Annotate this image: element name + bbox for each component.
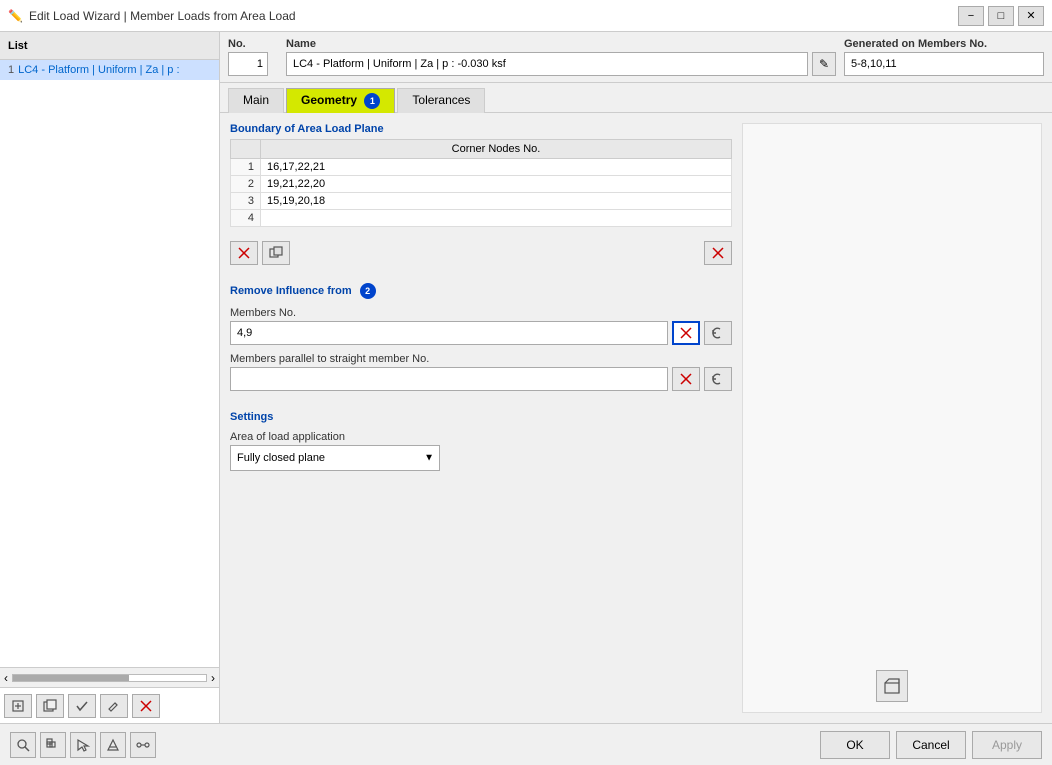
sidebar-header: List	[0, 32, 219, 60]
dialog-buttons: OK Cancel Apply	[820, 731, 1042, 759]
add-list-button[interactable]	[4, 694, 32, 718]
members-parallel-undo-button[interactable]	[704, 367, 732, 391]
members-parallel-input[interactable]	[230, 367, 668, 391]
tab-main[interactable]: Main	[228, 88, 284, 113]
boundary-delete-button[interactable]	[704, 241, 732, 265]
corner-nodes-header: Corner Nodes No.	[261, 140, 732, 159]
members-no-label: Members No.	[230, 307, 732, 319]
name-label: Name	[286, 38, 836, 50]
title-bar: ✏️ Edit Load Wizard | Member Loads from …	[0, 0, 1052, 32]
header-row: No. Name ✎ Generated on Members No.	[220, 32, 1052, 83]
members-parallel-label: Members parallel to straight member No.	[230, 353, 732, 365]
members-no-input[interactable]	[230, 321, 668, 345]
remove-influence-section: Remove Influence from 2 Members No.	[230, 283, 732, 391]
title-icon: ✏️	[8, 9, 23, 23]
apply-button[interactable]: Apply	[972, 731, 1042, 759]
table-row: 1 16,17,22,21	[231, 159, 732, 176]
grid-button[interactable]	[40, 732, 66, 758]
tab-geometry[interactable]: Geometry 1	[286, 88, 395, 113]
tab-content: Boundary of Area Load Plane Corner Nodes…	[220, 113, 1052, 723]
name-edit-button[interactable]: ✎	[812, 52, 836, 76]
right-panel: No. Name ✎ Generated on Members No.	[220, 32, 1052, 723]
boundary-cell-1[interactable]: 16,17,22,21	[261, 159, 732, 176]
minimize-button[interactable]: −	[958, 6, 984, 26]
sidebar-empty-area	[0, 80, 219, 667]
close-button[interactable]: ✕	[1018, 6, 1044, 26]
edit-list-button[interactable]	[100, 694, 128, 718]
generated-input[interactable]	[844, 52, 1044, 76]
area-load-group: Area of load application Fully closed pl…	[230, 431, 732, 471]
tabs-row: Main Geometry 1 Tolerances	[220, 83, 1052, 113]
right-visual-area	[742, 123, 1042, 713]
bottom-icon-group	[10, 732, 156, 758]
settings-title: Settings	[230, 411, 732, 423]
zoom-button[interactable]	[10, 732, 36, 758]
boundary-table: Corner Nodes No. 1 16,17,22,21 2	[230, 139, 732, 227]
members-no-group: Members No.	[230, 307, 732, 345]
delete-list-button[interactable]	[132, 694, 160, 718]
sidebar-footer	[0, 687, 219, 723]
sidebar-scrollbar[interactable]: ‹ ›	[0, 667, 219, 687]
table-row: 2 19,21,22,20	[231, 176, 732, 193]
area-load-dropdown-wrapper: Fully closed plane Open plane Partial pl…	[230, 445, 440, 471]
settings-section: Settings Area of load application Fully …	[230, 411, 732, 471]
boundary-cell-2[interactable]: 19,21,22,20	[261, 176, 732, 193]
ok-button[interactable]: OK	[820, 731, 890, 759]
area-load-label: Area of load application	[230, 431, 732, 443]
maximize-button[interactable]: □	[988, 6, 1014, 26]
table-row: 4	[231, 210, 732, 227]
generated-label: Generated on Members No.	[844, 38, 1044, 50]
members-parallel-pick-button[interactable]	[672, 367, 700, 391]
node-button[interactable]	[100, 732, 126, 758]
title-text: Edit Load Wizard | Member Loads from Are…	[29, 9, 952, 23]
no-input[interactable]	[228, 52, 268, 76]
members-parallel-group: Members parallel to straight member No.	[230, 353, 732, 391]
no-label: No.	[228, 38, 278, 50]
tab-tolerances[interactable]: Tolerances	[397, 88, 485, 113]
bottom-toolbar: OK Cancel Apply	[0, 723, 1052, 765]
cancel-button[interactable]: Cancel	[896, 731, 966, 759]
select-button[interactable]	[70, 732, 96, 758]
boundary-action-row	[230, 237, 732, 269]
name-input[interactable]	[286, 52, 808, 76]
area-load-dropdown[interactable]: Fully closed plane Open plane Partial pl…	[230, 445, 440, 471]
boundary-cell-3[interactable]: 15,19,20,18	[261, 193, 732, 210]
boundary-section: Boundary of Area Load Plane Corner Nodes…	[230, 123, 732, 227]
members-no-undo-button[interactable]	[704, 321, 732, 345]
edit-icon: ✎	[819, 57, 829, 71]
sidebar: List 1 LC4 - Platform | Uniform | Za | p…	[0, 32, 220, 723]
boundary-title: Boundary of Area Load Plane	[230, 123, 732, 135]
view-3d-button[interactable]	[876, 670, 908, 702]
check-list-button[interactable]	[68, 694, 96, 718]
boundary-cell-4[interactable]	[261, 210, 732, 227]
members-no-pick-button[interactable]	[672, 321, 700, 345]
member-button[interactable]	[130, 732, 156, 758]
table-row: 3 15,19,20,18	[231, 193, 732, 210]
remove-influence-title: Remove Influence from	[230, 285, 352, 297]
remove-badge: 2	[360, 283, 376, 299]
sidebar-item-1[interactable]: 1 LC4 - Platform | Uniform | Za | p :	[0, 60, 219, 80]
boundary-add-button[interactable]	[230, 241, 258, 265]
copy-list-button[interactable]	[36, 694, 64, 718]
tab-badge: 1	[364, 93, 380, 109]
boundary-copy-button[interactable]	[262, 241, 290, 265]
